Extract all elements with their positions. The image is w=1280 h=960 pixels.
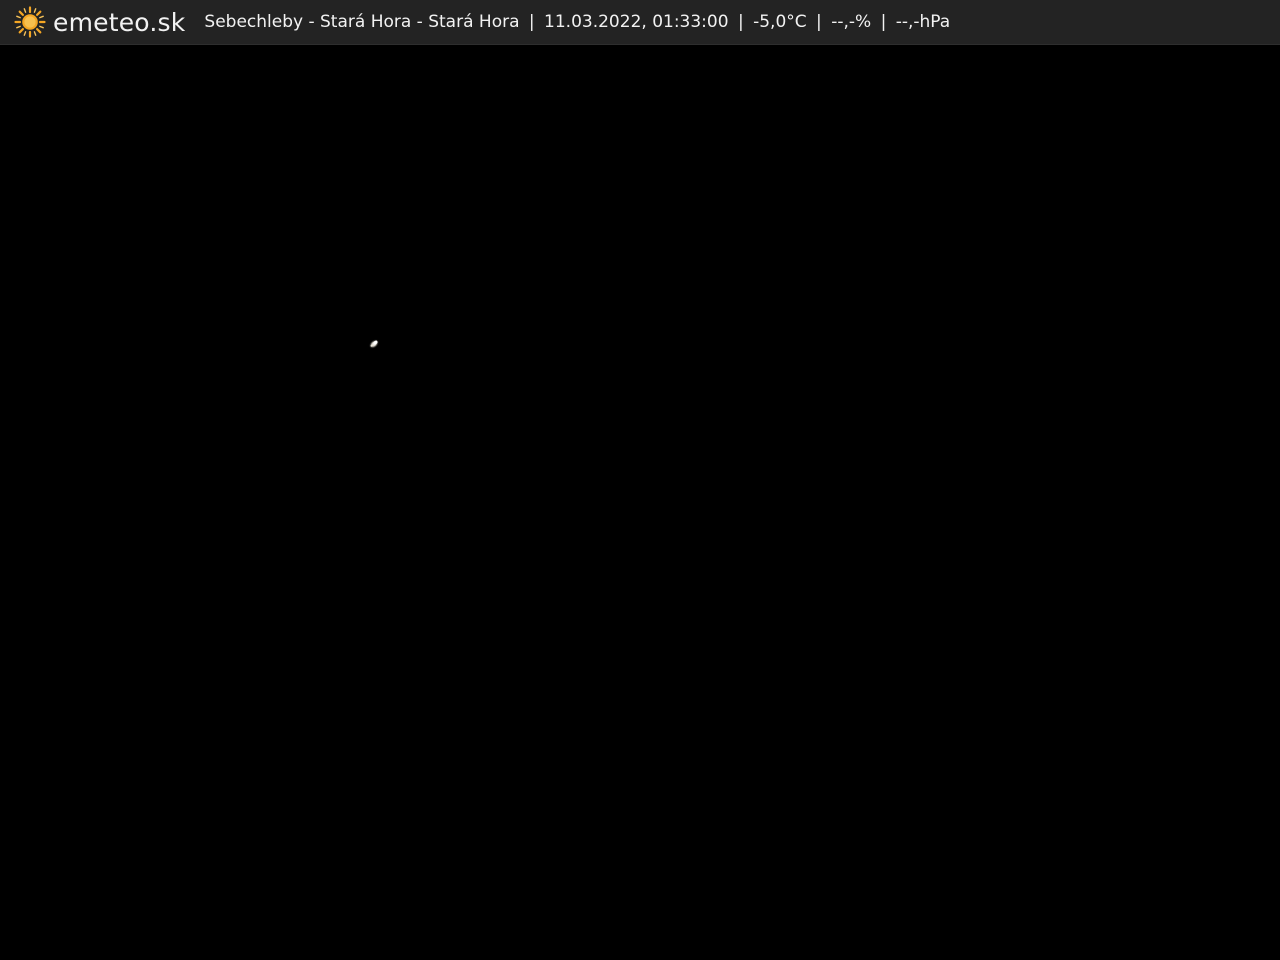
humidity-value: --,-% [831, 11, 872, 32]
separator: | [880, 11, 887, 32]
info-bar: emeteo.sk Sebechleby - Stará Hora - Star… [0, 0, 1280, 45]
logo: emeteo.sk [14, 0, 185, 45]
webcam-image [0, 45, 1280, 960]
brand-name: emeteo.sk [53, 7, 186, 37]
separator: | [737, 11, 744, 32]
webcam-caption: Sebechleby - Stará Hora - Stará Hora | 1… [204, 0, 950, 45]
separator: | [528, 11, 535, 32]
timestamp: 11.03.2022, 01:33:00 [544, 11, 729, 32]
webcam-frame: emeteo.sk Sebechleby - Stará Hora - Star… [0, 0, 1280, 960]
pressure-value: --,-hPa [895, 11, 951, 32]
distant-light [368, 339, 380, 349]
separator: | [816, 11, 822, 32]
location-name: Sebechleby - Stará Hora - Stará Hora [204, 11, 520, 32]
temperature-value: -5,0°C [753, 11, 807, 32]
sun-icon [14, 6, 46, 38]
